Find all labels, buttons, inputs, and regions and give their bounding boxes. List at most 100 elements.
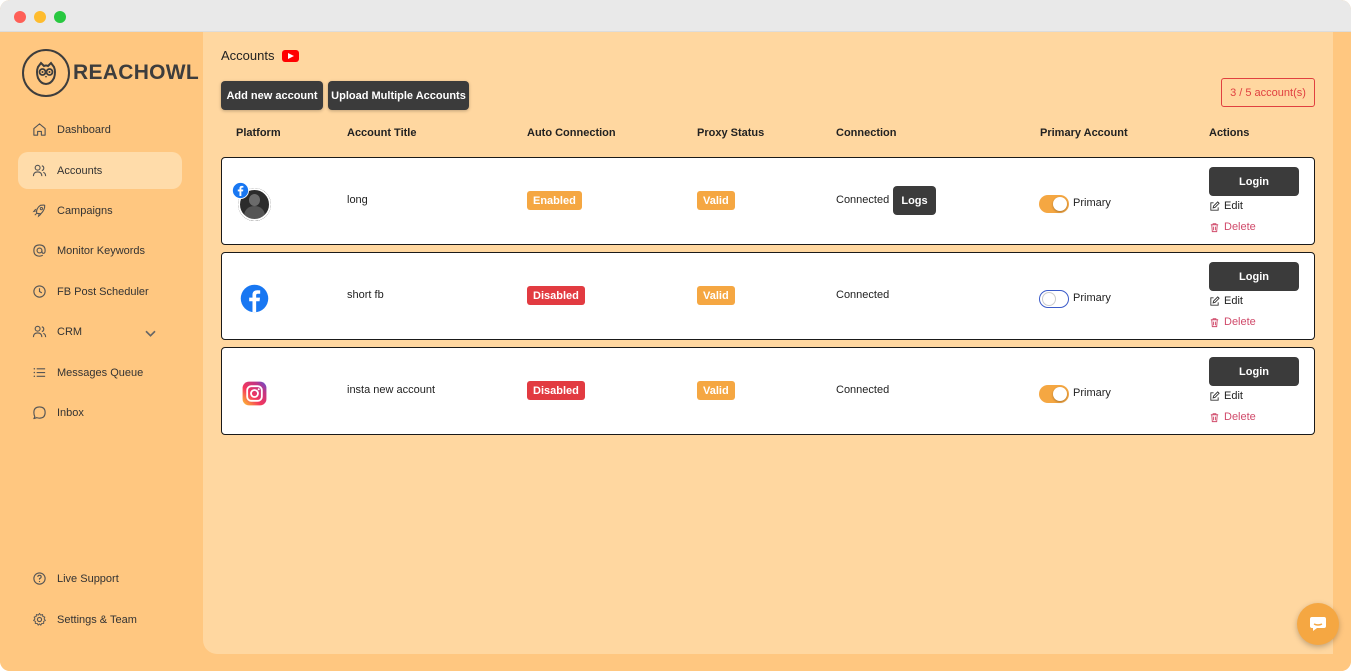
sidebar-item-label: Campaigns bbox=[57, 204, 113, 217]
brand-logo[interactable]: REACHOWL bbox=[22, 49, 199, 97]
sidebar-item-label: FB Post Scheduler bbox=[57, 285, 149, 298]
primary-label: Primary bbox=[1073, 387, 1111, 399]
clock-icon bbox=[33, 285, 46, 298]
auto-connection-badge: Disabled bbox=[527, 381, 585, 400]
upload-accounts-button[interactable]: Upload Multiple Accounts bbox=[328, 81, 469, 110]
delete-label: Delete bbox=[1224, 316, 1256, 328]
instagram-icon bbox=[238, 377, 271, 410]
account-title: long bbox=[347, 194, 368, 206]
sidebar-item-fb-post-scheduler[interactable]: FB Post Scheduler bbox=[18, 273, 182, 310]
trash-icon bbox=[1210, 317, 1219, 327]
login-button[interactable]: Login bbox=[1209, 262, 1299, 291]
title-bar bbox=[0, 0, 1351, 32]
rocket-icon bbox=[32, 204, 46, 218]
platform-cell bbox=[232, 182, 272, 221]
users-icon bbox=[32, 325, 47, 338]
chevron-down-icon[interactable] bbox=[143, 326, 158, 341]
edit-link[interactable]: Edit bbox=[1209, 295, 1243, 307]
sidebar-item-label: Inbox bbox=[57, 406, 84, 419]
sidebar-item-label: Monitor Keywords bbox=[57, 244, 146, 257]
column-header-primary-account: Primary Account bbox=[1040, 127, 1128, 139]
facebook-icon bbox=[232, 182, 249, 199]
proxy-status-badge: Valid bbox=[697, 381, 735, 400]
delete-link[interactable]: Delete bbox=[1209, 411, 1256, 423]
right-edge bbox=[1333, 32, 1351, 671]
sidebar-item-dashboard[interactable]: Dashboard bbox=[18, 111, 182, 148]
column-header-auto-connection: Auto Connection bbox=[527, 127, 616, 139]
sidebar-item-live-support[interactable]: Live Support bbox=[18, 560, 182, 597]
page-title-text: Accounts bbox=[221, 48, 275, 63]
platform-cell bbox=[236, 375, 272, 411]
table-row: long Enabled Valid Connected Logs Primar… bbox=[221, 157, 1315, 245]
account-count-badge: 3 / 5 account(s) bbox=[1221, 78, 1315, 107]
app-window: REACHOWL Dashboard Accounts Campaigns Mo… bbox=[0, 0, 1351, 671]
proxy-status-badge: Valid bbox=[697, 286, 735, 305]
table-row: insta new account Disabled Valid Connect… bbox=[221, 347, 1315, 435]
at-icon bbox=[33, 244, 46, 257]
column-header-connection: Connection bbox=[836, 127, 897, 139]
youtube-icon[interactable] bbox=[282, 49, 300, 62]
sidebar-item-campaigns[interactable]: Campaigns bbox=[18, 192, 182, 229]
sidebar-item-settings-team[interactable]: Settings & Team bbox=[18, 601, 182, 638]
trash-icon bbox=[1210, 412, 1219, 422]
trash-icon bbox=[1210, 222, 1219, 232]
sidebar-item-label: Accounts bbox=[57, 164, 103, 177]
account-title: insta new account bbox=[347, 384, 436, 396]
connection-status: Connected bbox=[836, 384, 890, 396]
chat-bubble-icon bbox=[1310, 617, 1326, 631]
edit-link[interactable]: Edit bbox=[1209, 200, 1243, 212]
help-circle-icon bbox=[33, 572, 46, 585]
sidebar-item-messages-queue[interactable]: Messages Queue bbox=[18, 354, 182, 391]
home-icon bbox=[33, 123, 46, 136]
sidebar-item-crm[interactable]: CRM bbox=[18, 313, 182, 350]
logs-button[interactable]: Logs bbox=[893, 186, 936, 215]
add-account-button[interactable]: Add new account bbox=[221, 81, 323, 110]
auto-connection-badge: Enabled bbox=[527, 191, 582, 210]
primary-label: Primary bbox=[1073, 197, 1111, 209]
account-title: short fb bbox=[347, 289, 384, 301]
list-icon bbox=[33, 368, 46, 377]
primary-toggle[interactable] bbox=[1039, 385, 1069, 403]
bottom-edge bbox=[203, 654, 1333, 671]
proxy-status-badge: Valid bbox=[697, 191, 735, 210]
sidebar-item-label: CRM bbox=[57, 325, 83, 338]
edit-label: Edit bbox=[1224, 200, 1243, 212]
minimize-window-button[interactable] bbox=[34, 11, 46, 23]
connection-status: Connected bbox=[836, 194, 890, 206]
connection-status: Connected bbox=[836, 289, 890, 301]
main-content: Accounts Add new account Upload Multiple… bbox=[203, 32, 1333, 654]
owl-logo-icon bbox=[22, 49, 70, 97]
edit-link[interactable]: Edit bbox=[1209, 390, 1243, 402]
chat-bubble-icon bbox=[33, 406, 46, 420]
sidebar-item-inbox[interactable]: Inbox bbox=[18, 394, 182, 431]
edit-icon bbox=[1210, 295, 1220, 306]
toggle-knob bbox=[1053, 387, 1067, 401]
primary-label: Primary bbox=[1073, 292, 1111, 304]
edit-label: Edit bbox=[1224, 390, 1243, 402]
chat-support-button[interactable] bbox=[1297, 603, 1339, 645]
auto-connection-badge: Disabled bbox=[527, 286, 585, 305]
edit-icon bbox=[1210, 200, 1220, 211]
login-button[interactable]: Login bbox=[1209, 357, 1299, 386]
primary-toggle[interactable] bbox=[1039, 195, 1069, 213]
sidebar-item-label: Settings & Team bbox=[57, 613, 137, 626]
maximize-window-button[interactable] bbox=[54, 11, 66, 23]
brand-name: REACHOWL bbox=[73, 61, 200, 84]
gear-icon bbox=[33, 612, 46, 626]
delete-link[interactable]: Delete bbox=[1209, 316, 1256, 328]
primary-toggle[interactable] bbox=[1039, 290, 1069, 308]
sidebar-item-monitor-keywords[interactable]: Monitor Keywords bbox=[18, 232, 182, 269]
sidebar-item-accounts[interactable]: Accounts bbox=[18, 152, 182, 189]
column-header-platform: Platform bbox=[236, 127, 281, 139]
page-title: Accounts bbox=[221, 48, 300, 63]
delete-link[interactable]: Delete bbox=[1209, 221, 1256, 233]
column-header-proxy-status: Proxy Status bbox=[697, 127, 765, 139]
table-row: short fb Disabled Valid Connected Primar… bbox=[221, 252, 1315, 340]
toggle-knob bbox=[1042, 291, 1056, 306]
close-window-button[interactable] bbox=[14, 11, 26, 23]
sidebar-item-label: Dashboard bbox=[57, 123, 111, 136]
delete-label: Delete bbox=[1224, 221, 1256, 233]
facebook-icon bbox=[238, 282, 271, 315]
sidebar-item-label: Messages Queue bbox=[57, 366, 144, 379]
login-button[interactable]: Login bbox=[1209, 167, 1299, 196]
